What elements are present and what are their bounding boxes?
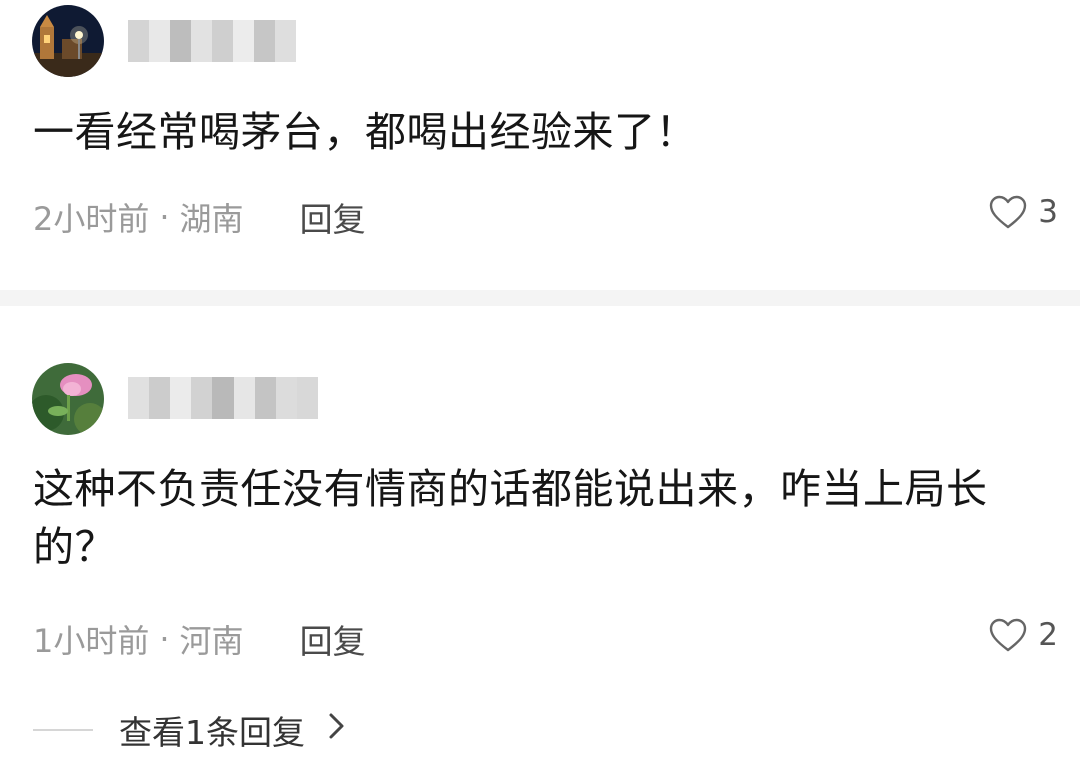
avatar[interactable] (32, 5, 104, 77)
comment-item: 一看经常喝茅台，都喝出经验来了！ 2小时前 · 湖南 回复 3 (0, 0, 1080, 290)
comment-meta: 2小时前 · 湖南 回复 (33, 193, 366, 241)
like-button[interactable]: 3 (988, 194, 1058, 230)
section-divider (0, 290, 1080, 306)
meta-separator: · (159, 198, 170, 236)
reply-button[interactable]: 回复 (300, 193, 366, 241)
meta-separator: · (159, 620, 170, 658)
comment-text: 这种不负责任没有情商的话都能说出来，咋当上局长的？ (33, 465, 988, 571)
reply-button[interactable]: 回复 (300, 615, 366, 663)
comment-time: 1小时前 (33, 622, 150, 660)
comment-location: 河南 (179, 622, 244, 660)
view-replies-label: 查看1条回复 (119, 713, 305, 752)
like-count: 3 (1038, 194, 1058, 230)
view-replies-button[interactable]: 查看1条回复 (33, 706, 347, 754)
comments-page: 一看经常喝茅台，都喝出经验来了！ 2小时前 · 湖南 回复 3 这种不负责任没有… (0, 0, 1080, 764)
heart-outline-icon (990, 618, 1027, 652)
username-blurred (128, 20, 296, 62)
comment-meta: 1小时前 · 河南 回复 (33, 615, 366, 663)
comment-item: 这种不负责任没有情商的话都能说出来，咋当上局长的？ 1小时前 · 河南 回复 2… (0, 305, 1080, 764)
chevron-right-icon (327, 710, 347, 750)
username-blurred (128, 377, 318, 419)
heart-outline-icon (990, 195, 1027, 229)
like-count: 2 (1038, 617, 1058, 653)
view-replies-line (33, 729, 93, 731)
comment-time: 2小时前 (33, 200, 150, 238)
like-button[interactable]: 2 (988, 617, 1058, 653)
comment-location: 湖南 (179, 200, 244, 238)
avatar[interactable] (32, 363, 104, 435)
comment-text: 一看经常喝茅台，都喝出经验来了！ (33, 108, 697, 156)
